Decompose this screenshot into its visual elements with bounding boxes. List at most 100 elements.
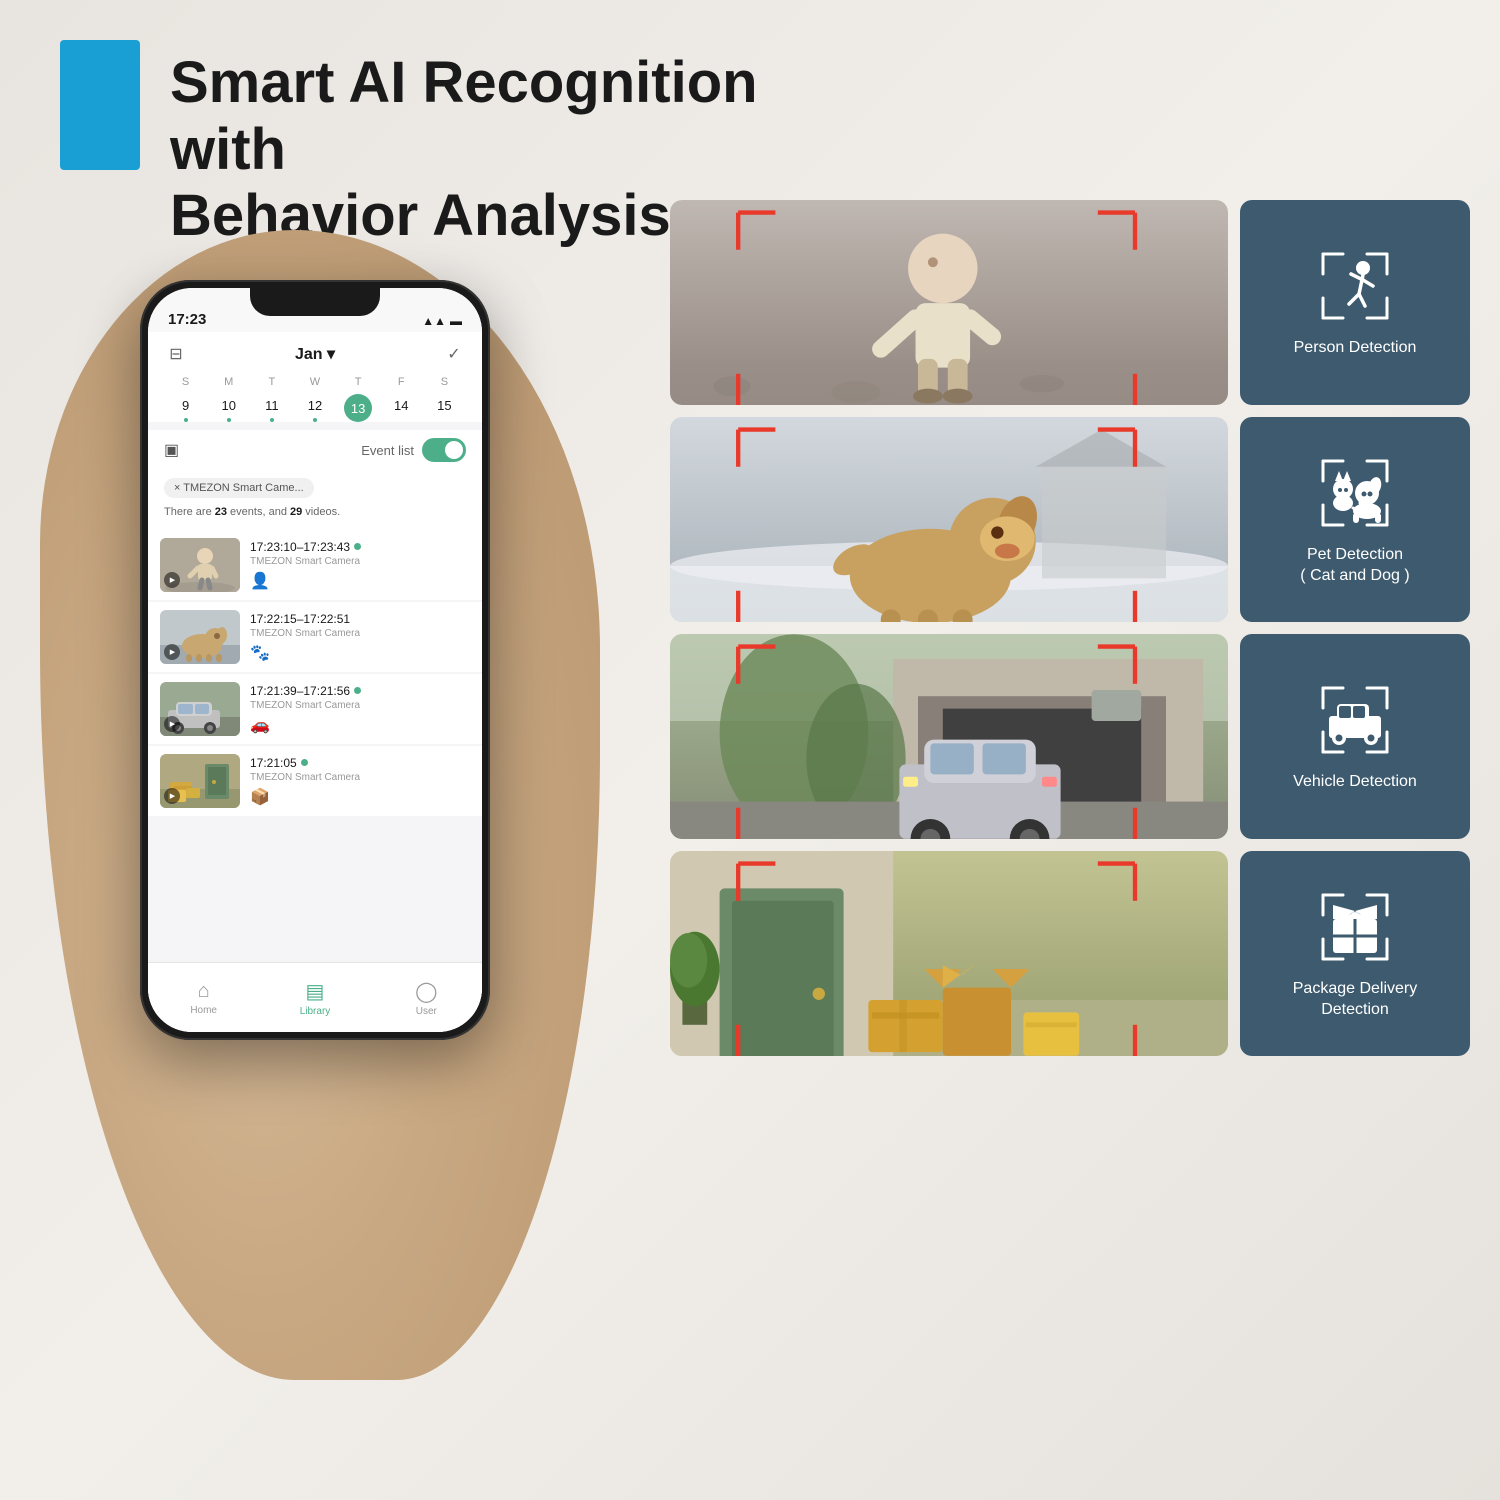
day-label-w: W <box>293 374 336 390</box>
check-icon[interactable]: ✓ <box>442 342 466 366</box>
video-camera-1: TMEZON Smart Camera <box>250 556 470 567</box>
video-thumb-2 <box>160 610 240 664</box>
video-info-2: 17:22:15–17:22:51 TMEZON Smart Camera 🐾 <box>250 612 470 663</box>
online-dot-4 <box>301 759 308 766</box>
nav-home[interactable]: ⌂ Home <box>148 963 259 1032</box>
video-item-2[interactable]: 17:22:15–17:22:51 TMEZON Smart Camera 🐾 <box>148 602 482 672</box>
person-detection-icon <box>1315 246 1395 326</box>
play-button-1[interactable] <box>164 572 180 588</box>
feature-row-vehicle: Vehicle Detection <box>670 634 1470 839</box>
calendar-day-labels: S M T W T F S <box>164 374 466 390</box>
cal-day-9[interactable]: 9 <box>164 394 207 422</box>
play-button-4[interactable] <box>164 788 180 804</box>
day-label-m: M <box>207 374 250 390</box>
cal-day-15[interactable]: 15 <box>423 394 466 422</box>
person-photo <box>670 200 1228 405</box>
user-icon: ◯ <box>415 979 437 1004</box>
blue-accent-decoration <box>60 40 140 170</box>
features-panel: Person Detection <box>670 200 1470 1068</box>
video-icon-btn[interactable]: ▣ <box>164 440 179 460</box>
event-list-toggle[interactable] <box>422 438 466 462</box>
events-count: 23 <box>215 506 227 518</box>
day-label-f: F <box>380 374 423 390</box>
nav-home-label: Home <box>190 1005 217 1016</box>
video-info-1: 17:23:10–17:23:43 TMEZON Smart Camera 👤 <box>250 540 470 591</box>
play-button-2[interactable] <box>164 644 180 660</box>
home-icon: ⌂ <box>198 980 210 1003</box>
events-summary: There are 23 events, and 29 videos. <box>148 502 482 526</box>
calendar-days: 9 10 11 12 13 14 15 <box>164 394 466 422</box>
camera-filter-tag[interactable]: × TMEZON Smart Came... <box>164 478 314 498</box>
app-content: ⊟ Jan ▾ ✓ S M T W T F S 9 <box>148 332 482 1032</box>
vehicle-detection-label: Vehicle Detection <box>1293 772 1417 793</box>
cal-day-11[interactable]: 11 <box>250 394 293 422</box>
online-dot-1 <box>354 543 361 550</box>
status-icons: ▲▲ ▬ <box>422 314 462 328</box>
cal-day-12[interactable]: 12 <box>293 394 336 422</box>
nav-user-label: User <box>416 1006 437 1017</box>
phone-notch <box>250 288 380 316</box>
phone-wrapper: 17:23 ▲▲ ▬ ⊟ Jan ▾ ✓ S M <box>40 230 600 1380</box>
pet-detection-label: Pet Detection( Cat and Dog ) <box>1300 545 1409 587</box>
wifi-icon: ▲▲ <box>422 314 446 328</box>
status-time: 17:23 <box>168 311 206 328</box>
videos-count: 29 <box>290 506 302 518</box>
video-time-2: 17:22:15–17:22:51 <box>250 612 470 626</box>
day-label-t2: T <box>337 374 380 390</box>
vehicle-detection-icon <box>1315 680 1395 760</box>
cal-day-14[interactable]: 14 <box>380 394 423 422</box>
video-item-1[interactable]: 17:23:10–17:23:43 TMEZON Smart Camera 👤 <box>148 530 482 600</box>
package-detection-info: Package DeliveryDetection <box>1240 851 1470 1056</box>
phone-frame: 17:23 ▲▲ ▬ ⊟ Jan ▾ ✓ S M <box>140 280 490 1040</box>
phone-screen: 17:23 ▲▲ ▬ ⊟ Jan ▾ ✓ S M <box>148 288 482 1032</box>
person-detection-label: Person Detection <box>1294 338 1417 359</box>
day-label-t1: T <box>250 374 293 390</box>
nav-user[interactable]: ◯ User <box>371 963 482 1032</box>
bottom-navigation: ⌂ Home ▤ Library ◯ User <box>148 962 482 1032</box>
cal-day-13-today[interactable]: 13 <box>344 394 372 422</box>
video-time-1: 17:23:10–17:23:43 <box>250 540 470 554</box>
vehicle-detection-info: Vehicle Detection <box>1240 634 1470 839</box>
pet-photo <box>670 417 1228 622</box>
day-label-s2: S <box>423 374 466 390</box>
video-camera-4: TMEZON Smart Camera <box>250 772 470 783</box>
feature-row-package: Package DeliveryDetection <box>670 851 1470 1056</box>
cal-day-10[interactable]: 10 <box>207 394 250 422</box>
nav-library-label: Library <box>300 1006 331 1017</box>
play-button-3[interactable] <box>164 716 180 732</box>
video-camera-3: TMEZON Smart Camera <box>250 700 470 711</box>
video-thumb-1 <box>160 538 240 592</box>
package-detection-icon <box>1315 887 1395 967</box>
video-type-icon-1: 👤 <box>250 571 470 591</box>
video-time-4: 17:21:05 <box>250 756 470 770</box>
calendar-header: ⊟ Jan ▾ ✓ S M T W T F S 9 <box>148 332 482 422</box>
pet-detection-info: Pet Detection( Cat and Dog ) <box>1240 417 1470 622</box>
video-camera-2: TMEZON Smart Camera <box>250 628 470 639</box>
event-list-section: ▣ Event list <box>148 430 482 470</box>
pet-detection-icon <box>1315 453 1395 533</box>
person-detection-info: Person Detection <box>1240 200 1470 405</box>
video-type-icon-2: 🐾 <box>250 643 470 663</box>
calendar-month[interactable]: Jan ▾ <box>295 344 335 364</box>
video-thumb-4 <box>160 754 240 808</box>
feature-row-person: Person Detection <box>670 200 1470 405</box>
video-info-4: 17:21:05 TMEZON Smart Camera 📦 <box>250 756 470 807</box>
vehicle-photo <box>670 634 1228 839</box>
online-dot-3 <box>354 687 361 694</box>
video-list: 17:23:10–17:23:43 TMEZON Smart Camera 👤 <box>148 530 482 818</box>
calendar-month-row: ⊟ Jan ▾ ✓ <box>164 342 466 366</box>
filter-icon[interactable]: ⊟ <box>164 342 188 366</box>
video-type-icon-4: 📦 <box>250 787 470 807</box>
nav-library[interactable]: ▤ Library <box>259 963 370 1032</box>
day-label-s1: S <box>164 374 207 390</box>
event-list-label: Event list <box>361 443 414 458</box>
video-item-3[interactable]: 17:21:39–17:21:56 TMEZON Smart Camera 🚗 <box>148 674 482 744</box>
package-photo <box>670 851 1228 1056</box>
feature-row-pet: Pet Detection( Cat and Dog ) <box>670 417 1470 622</box>
video-item-4[interactable]: 17:21:05 TMEZON Smart Camera 📦 <box>148 746 482 816</box>
video-type-icon-3: 🚗 <box>250 715 470 735</box>
video-time-3: 17:21:39–17:21:56 <box>250 684 470 698</box>
library-icon: ▤ <box>306 979 325 1004</box>
battery-icon: ▬ <box>450 314 462 328</box>
video-info-3: 17:21:39–17:21:56 TMEZON Smart Camera 🚗 <box>250 684 470 735</box>
